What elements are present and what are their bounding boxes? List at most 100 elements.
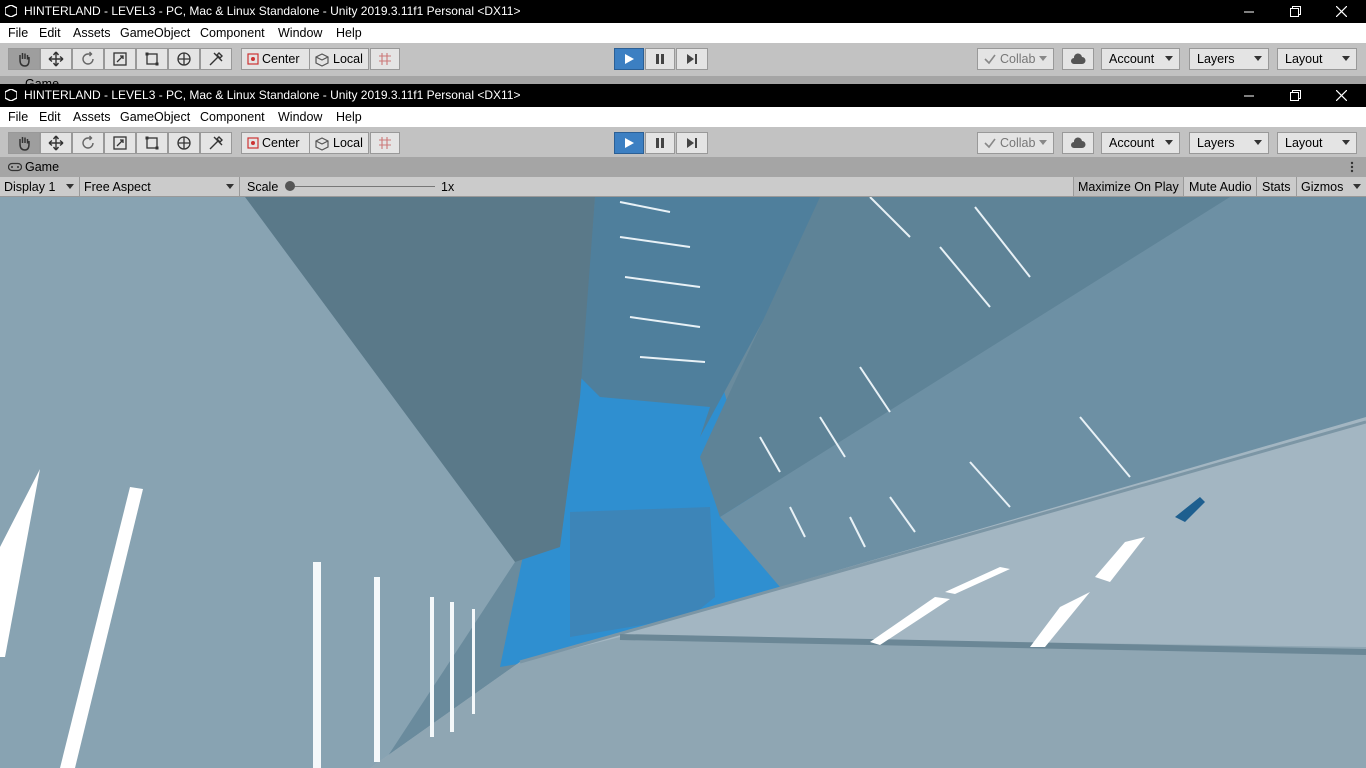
layout-label: Layout — [1285, 136, 1323, 150]
local-cube-icon — [315, 137, 329, 151]
cloud-button[interactable] — [1062, 132, 1094, 154]
layers-dropdown[interactable]: Layers — [1189, 48, 1269, 70]
menu-help[interactable]: Help — [336, 110, 362, 124]
restore-icon — [1289, 6, 1301, 17]
cloud-icon — [1071, 53, 1086, 64]
menu-file[interactable]: File — [8, 110, 28, 124]
menu-assets[interactable]: Assets — [73, 26, 111, 40]
rotate-tool-button[interactable] — [72, 48, 104, 70]
layout-dropdown[interactable]: Layout — [1277, 48, 1357, 70]
aspect-dropdown[interactable]: Free Aspect — [80, 177, 240, 196]
menu-gameobject[interactable]: GameObject — [120, 110, 190, 124]
window-light-strip — [472, 609, 475, 714]
game-viewport[interactable] — [0, 197, 1366, 768]
pivot-local-toggle[interactable]: Local — [309, 132, 369, 154]
pivot-local-toggle[interactable]: Local — [309, 48, 369, 70]
transform-tool-button[interactable] — [168, 48, 200, 70]
play-button[interactable] — [614, 132, 644, 154]
maximize-on-play-toggle[interactable]: Maximize On Play — [1073, 177, 1184, 196]
menu-component[interactable]: Component — [200, 26, 265, 40]
rect-tool-icon — [145, 52, 159, 66]
menu-help[interactable]: Help — [336, 26, 362, 40]
menu-component[interactable]: Component — [200, 110, 265, 124]
window-light-strip — [430, 597, 434, 737]
more-options-icon[interactable] — [1350, 161, 1354, 173]
layout-dropdown[interactable]: Layout — [1277, 132, 1357, 154]
hand-tool-button[interactable] — [8, 48, 40, 70]
restore-button[interactable] — [1272, 84, 1318, 107]
hand-tool-button[interactable] — [8, 132, 40, 154]
mute-audio-toggle[interactable]: Mute Audio — [1184, 177, 1257, 196]
menu-edit[interactable]: Edit — [39, 110, 61, 124]
maximize-label: Maximize On Play — [1078, 179, 1179, 194]
background-game-tab: Game — [0, 76, 1366, 84]
restore-button[interactable] — [1272, 0, 1318, 23]
pause-icon — [656, 54, 664, 64]
pivot-local-label: Local — [333, 52, 363, 66]
move-tool-icon — [48, 51, 64, 67]
close-button[interactable] — [1318, 0, 1364, 23]
menu-assets[interactable]: Assets — [73, 110, 111, 124]
custom-tool-button[interactable] — [200, 132, 232, 154]
layers-label: Layers — [1197, 52, 1235, 66]
window-title: HINTERLAND - LEVEL3 - PC, Mac & Linux St… — [24, 4, 521, 18]
menu-file[interactable]: File — [8, 26, 28, 40]
rotate-tool-icon — [82, 135, 94, 149]
transform-tool-icon — [177, 52, 191, 66]
background-toolbar: Center Local Collab Account Layers Layou… — [0, 43, 1366, 76]
collab-button[interactable]: Collab — [977, 132, 1054, 154]
game-tab[interactable]: Game — [25, 160, 59, 174]
custom-tool-icon — [209, 136, 223, 150]
account-dropdown[interactable]: Account — [1101, 132, 1180, 154]
menu-window[interactable]: Window — [278, 110, 322, 124]
minimize-button[interactable] — [1226, 0, 1272, 23]
custom-tool-button[interactable] — [200, 48, 232, 70]
move-tool-button[interactable] — [40, 48, 72, 70]
background-window-titlebar: HINTERLAND - LEVEL3 - PC, Mac & Linux St… — [0, 0, 1366, 23]
step-button[interactable] — [676, 132, 708, 154]
snap-toggle-button[interactable] — [370, 48, 400, 70]
step-button[interactable] — [676, 48, 708, 70]
grid-snap-icon — [379, 53, 391, 65]
game-view-toolbar: Display 1 Free Aspect Scale 1x Maximize … — [0, 177, 1366, 197]
scale-slider-thumb[interactable] — [285, 181, 295, 191]
minimize-button[interactable] — [1226, 84, 1272, 107]
pause-button[interactable] — [645, 48, 675, 70]
layout-label: Layout — [1285, 52, 1323, 66]
pivot-local-label: Local — [333, 136, 363, 150]
menu-window[interactable]: Window — [278, 26, 322, 40]
stats-toggle[interactable]: Stats — [1257, 177, 1297, 196]
account-label: Account — [1109, 52, 1155, 66]
hand-tool-icon — [19, 53, 30, 67]
account-dropdown[interactable]: Account — [1101, 48, 1180, 70]
scale-slider-track[interactable] — [290, 186, 435, 187]
close-button[interactable] — [1318, 84, 1364, 107]
play-button[interactable] — [614, 48, 644, 70]
gizmos-label: Gizmos — [1301, 179, 1344, 194]
scale-tool-button[interactable] — [104, 132, 136, 154]
collab-button[interactable]: Collab — [977, 48, 1054, 70]
cloud-icon — [1071, 137, 1086, 148]
move-tool-button[interactable] — [40, 132, 72, 154]
rect-tool-button[interactable] — [136, 48, 168, 70]
pivot-center-label: Center — [262, 52, 300, 66]
collab-label: Collab — [1000, 52, 1036, 66]
close-icon — [1335, 90, 1347, 101]
display-dropdown[interactable]: Display 1 — [0, 177, 80, 196]
rect-tool-button[interactable] — [136, 132, 168, 154]
layers-dropdown[interactable]: Layers — [1189, 132, 1269, 154]
hand-tool-icon — [19, 137, 30, 151]
snap-toggle-button[interactable] — [370, 132, 400, 154]
menu-edit[interactable]: Edit — [39, 26, 61, 40]
cloud-button[interactable] — [1062, 48, 1094, 70]
window-light-strip — [313, 562, 321, 768]
pause-button[interactable] — [645, 132, 675, 154]
gizmos-dropdown[interactable]: Gizmos — [1297, 177, 1366, 196]
menu-gameobject[interactable]: GameObject — [120, 26, 190, 40]
scale-tool-button[interactable] — [104, 48, 136, 70]
rotate-tool-button[interactable] — [72, 132, 104, 154]
step-icon — [687, 54, 697, 64]
transform-tool-button[interactable] — [168, 132, 200, 154]
minimize-icon — [1244, 11, 1254, 12]
collab-label: Collab — [1000, 136, 1036, 150]
